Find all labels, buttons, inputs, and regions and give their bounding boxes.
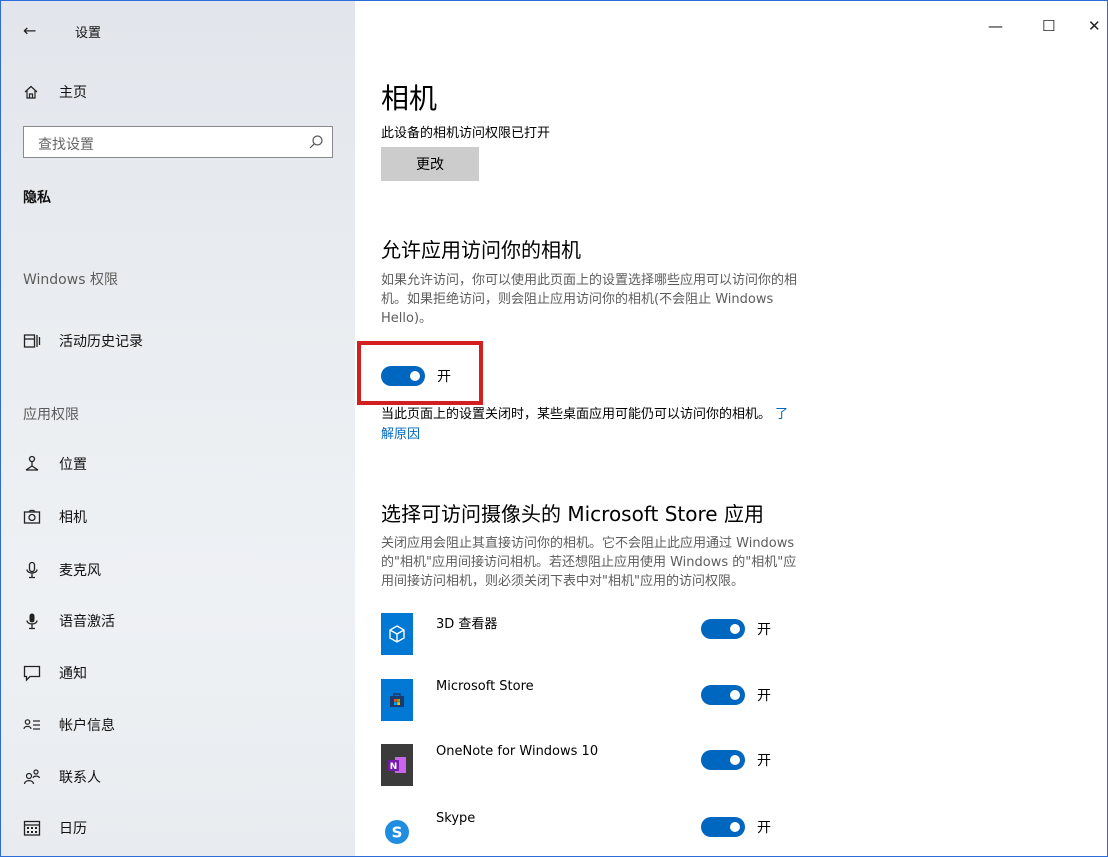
store-desc-line: 的"相机"应用间接访问相机。若还想阻止应用使用 Windows 的"相机"应 — [381, 555, 797, 570]
privacy-section-heading: 隐私 — [23, 190, 51, 206]
app-camera-toggle[interactable] — [701, 749, 745, 770]
allow-apps-toggle-row: 开 — [381, 365, 451, 386]
camera-icon — [23, 508, 41, 526]
activity-history-icon — [23, 332, 41, 350]
app-row-onenote: N OneNote for Windows 10 开 — [381, 744, 801, 796]
toggle-knob — [730, 754, 740, 765]
toggle-state-label: 开 — [757, 687, 771, 704]
sidebar-item-notifications[interactable]: 通知 — [23, 663, 87, 683]
sidebar-item-microphone[interactable]: 麦克风 — [23, 560, 101, 580]
allow-apps-toggle[interactable] — [381, 365, 425, 386]
store-apps-description: 关闭应用会阻止其直接访问你的相机。它不会阻止此应用通过 Windows 的"相机… — [381, 534, 796, 591]
toggle-state-label: 开 — [757, 621, 771, 638]
home-icon — [23, 84, 39, 100]
app-toggle-row: 开 — [701, 749, 771, 770]
change-button[interactable]: 更改 — [381, 147, 479, 181]
maximize-icon[interactable]: ☐ — [1042, 17, 1055, 35]
back-arrow-icon[interactable]: ← — [23, 21, 36, 40]
search-input[interactable]: 查找设置 — [38, 134, 94, 154]
allow-desc-line: 如果允许访问，你可以使用此页面上的设置选择哪些应用可以访问你的相 — [381, 273, 798, 288]
allow-apps-description: 如果允许访问，你可以使用此页面上的设置选择哪些应用可以访问你的相 机。如果拒绝访… — [381, 271, 797, 328]
store-apps-heading: 选择可访问摄像头的 Microsoft Store 应用 — [381, 502, 764, 526]
app-toggle-row: 开 — [701, 684, 771, 705]
app-camera-toggle[interactable] — [701, 618, 745, 639]
notification-icon — [23, 664, 41, 682]
minimize-icon[interactable]: — — [988, 17, 1003, 35]
sidebar-item-label: 通知 — [59, 666, 87, 682]
toggle-state-label: 开 — [757, 752, 771, 769]
app-name: OneNote for Windows 10 — [436, 744, 599, 759]
toggle-knob — [410, 370, 420, 381]
microphone-icon — [23, 561, 41, 579]
toggle-state-label: 开 — [757, 819, 771, 836]
toggle-knob — [730, 689, 740, 700]
app-camera-toggle[interactable] — [701, 816, 745, 837]
app-toggle-row: 开 — [701, 618, 771, 639]
account-info-icon — [23, 716, 41, 734]
search-icon[interactable] — [308, 134, 324, 150]
app-row-3d-viewer: 3D 查看器 开 — [381, 613, 801, 665]
desktop-apps-note: 当此页面上的设置关闭时，某些桌面应用可能仍可以访问你的相机。 了解原因 — [381, 405, 871, 445]
sidebar-item-label: 联系人 — [59, 770, 101, 786]
store-desc-line: 关闭应用会阻止其直接访问你的相机。它不会阻止此应用通过 Windows — [381, 536, 795, 551]
store-desc-line: 用间接访问相机，则必须关闭下表中对"相机"应用的访问权限。 — [381, 574, 744, 589]
app-permissions-heading: 应用权限 — [23, 407, 79, 423]
calendar-icon — [23, 819, 41, 837]
sidebar-item-label: 帐户信息 — [59, 718, 115, 734]
sidebar-item-camera[interactable]: 相机 — [23, 507, 87, 527]
window-title: 设置 — [75, 26, 102, 41]
contacts-icon — [23, 768, 41, 786]
close-icon[interactable]: ✕ — [1088, 17, 1101, 35]
sidebar-item-label: 位置 — [59, 457, 87, 473]
settings-window: ← 设置 主页 查找设置 隐私 Windows 权限 活动历史记录 应用权限 位… — [0, 0, 1108, 857]
sidebar-item-calendar[interactable]: 日历 — [23, 818, 87, 838]
skype-icon: S — [381, 811, 413, 853]
sidebar-item-label: 日历 — [59, 821, 87, 837]
sidebar-item-label: 活动历史记录 — [59, 334, 143, 350]
page-title: 相机 — [381, 82, 438, 115]
svg-text:N: N — [390, 762, 398, 772]
sidebar-item-contacts[interactable]: 联系人 — [23, 767, 101, 787]
sidebar-item-activity-history[interactable]: 活动历史记录 — [23, 331, 143, 351]
sidebar-item-account-info[interactable]: 帐户信息 — [23, 715, 115, 735]
toggle-knob — [730, 821, 740, 832]
allow-apps-heading: 允许应用访问你的相机 — [381, 238, 581, 262]
sidebar-item-label: 麦克风 — [59, 563, 101, 579]
windows-permissions-heading: Windows 权限 — [23, 272, 118, 288]
note-text: 当此页面上的设置关闭时，某些桌面应用可能仍可以访问你的相机。 — [381, 407, 772, 422]
app-name: Microsoft Store — [436, 679, 534, 694]
voice-activation-icon — [23, 612, 41, 630]
sidebar: ← 设置 主页 查找设置 隐私 Windows 权限 活动历史记录 应用权限 位… — [1, 1, 355, 856]
app-name: 3D 查看器 — [436, 617, 498, 632]
home-nav-item[interactable]: 主页 — [23, 82, 87, 102]
app-toggle-row: 开 — [701, 816, 771, 837]
3d-viewer-icon — [381, 613, 413, 655]
search-box[interactable]: 查找设置 — [23, 126, 333, 158]
svg-text:S: S — [392, 824, 403, 842]
allow-desc-line: 机。如果拒绝访问，则会阻止应用访问你的相机(不会阻止 Windows — [381, 292, 774, 307]
app-name: Skype — [436, 811, 476, 826]
allow-desc-line: Hello)。 — [381, 311, 433, 326]
location-icon — [23, 455, 41, 473]
microsoft-store-icon — [381, 679, 413, 721]
app-row-microsoft-store: Microsoft Store 开 — [381, 679, 801, 731]
app-row-skype: S Skype 开 — [381, 811, 801, 856]
toggle-state-label: 开 — [437, 368, 451, 385]
sidebar-item-location[interactable]: 位置 — [23, 454, 87, 474]
onenote-icon: N — [381, 744, 413, 786]
sidebar-item-label: 语音激活 — [59, 614, 115, 630]
home-label: 主页 — [59, 85, 87, 101]
toggle-knob — [730, 623, 740, 634]
sidebar-item-label: 相机 — [59, 510, 87, 526]
device-access-status: 此设备的相机访问权限已打开 — [381, 126, 551, 141]
sidebar-item-voice-activation[interactable]: 语音激活 — [23, 611, 115, 631]
app-camera-toggle[interactable] — [701, 684, 745, 705]
